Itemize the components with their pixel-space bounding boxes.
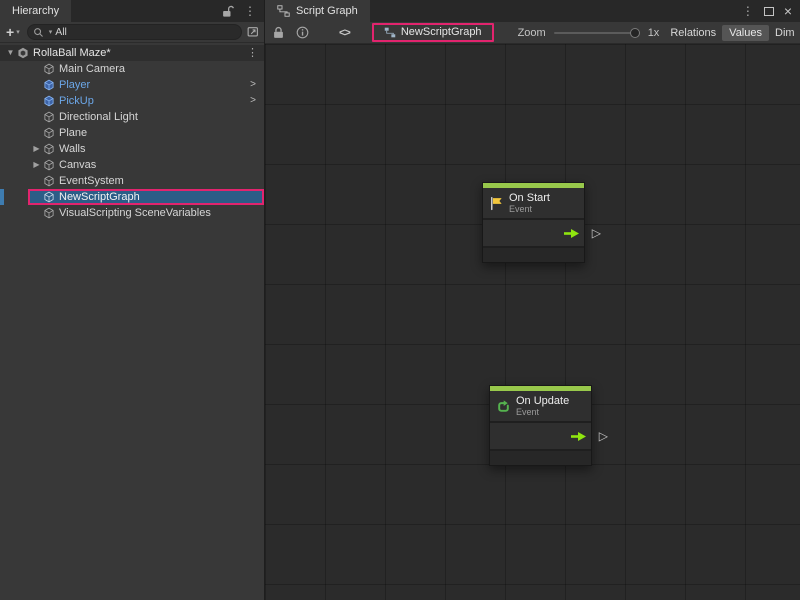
node-subtitle: Event xyxy=(516,407,569,417)
relations-toggle-button[interactable]: Relations xyxy=(667,25,719,41)
script-graph-asset-icon xyxy=(384,27,396,38)
node-on-update[interactable]: On Update Event ▷ xyxy=(489,385,592,466)
cube-icon xyxy=(43,191,55,203)
control-output-port[interactable] xyxy=(571,432,586,441)
tab-hierarchy[interactable]: Hierarchy xyxy=(0,0,71,22)
node-subtitle: Event xyxy=(509,204,550,214)
node-on-start[interactable]: On Start Event ▷ xyxy=(482,182,585,263)
maximize-icon[interactable] xyxy=(764,7,774,16)
graph-toolbar: <> NewScriptGraph Zoom 1x Relations Valu… xyxy=(265,22,800,44)
tab-script-graph[interactable]: Script Graph xyxy=(265,0,370,22)
loop-icon xyxy=(496,399,511,414)
node-title: On Start xyxy=(509,192,550,205)
zoom-value: 1x xyxy=(648,27,660,39)
open-prefab-chevron-icon[interactable]: > xyxy=(250,96,256,106)
graph-tab-icon xyxy=(277,5,290,17)
node-footer xyxy=(483,248,584,262)
caret-down-icon: ▾ xyxy=(16,28,20,36)
cube-icon xyxy=(43,127,55,139)
search-icon xyxy=(33,27,44,38)
flag-icon xyxy=(489,196,504,211)
script-graph-panel: Script Graph ⋮ × <> NewScriptGraph Zoom … xyxy=(265,0,800,600)
prefab-cube-icon xyxy=(43,95,55,107)
search-input[interactable]: ▾ All xyxy=(27,24,242,40)
cube-icon xyxy=(43,143,55,155)
hierarchy-toolbar: + ▾ ▾ All xyxy=(0,22,264,43)
hierarchy-tree: ▼ RollaBall Maze* ⋮ Main Camera Player > xyxy=(0,43,264,600)
hierarchy-item-directional-light[interactable]: Directional Light xyxy=(0,109,264,125)
scene-icon xyxy=(17,47,29,59)
close-icon[interactable]: × xyxy=(784,4,792,18)
scene-name: RollaBall Maze* xyxy=(33,47,111,59)
lock-open-icon[interactable] xyxy=(222,5,234,18)
search-window-icon[interactable] xyxy=(247,26,260,38)
info-icon[interactable] xyxy=(296,26,309,39)
node-header: On Start Event xyxy=(483,188,584,220)
hierarchy-item-newscriptgraph[interactable]: NewScriptGraph xyxy=(0,189,264,205)
scene-kebab-icon[interactable]: ⋮ xyxy=(247,48,258,59)
hierarchy-item-eventsystem[interactable]: EventSystem xyxy=(0,173,264,189)
hierarchy-panel: Hierarchy ⋮ + ▾ ▾ All ▼ xyxy=(0,0,265,600)
hierarchy-tabstrip: Hierarchy ⋮ xyxy=(0,0,264,22)
graph-tab-label: Script Graph xyxy=(296,5,358,17)
values-toggle-button[interactable]: Values xyxy=(722,25,769,41)
graph-name-label: NewScriptGraph xyxy=(401,26,482,38)
node-footer xyxy=(490,451,591,465)
graph-canvas[interactable]: On Start Event ▷ On Update Event xyxy=(265,44,800,600)
hierarchy-menu-kebab-icon[interactable]: ⋮ xyxy=(244,5,256,17)
control-output-port[interactable] xyxy=(564,229,579,238)
cube-icon xyxy=(43,175,55,187)
cube-icon xyxy=(43,111,55,123)
panel-menu-kebab-icon[interactable]: ⋮ xyxy=(742,5,754,17)
cube-icon xyxy=(43,207,55,219)
hierarchy-item-pickup[interactable]: PickUp > xyxy=(0,93,264,109)
hierarchy-item-main-camera[interactable]: Main Camera xyxy=(0,61,264,77)
cube-icon xyxy=(43,63,55,75)
node-title: On Update xyxy=(516,395,569,408)
graph-name-button[interactable]: NewScriptGraph xyxy=(372,23,494,42)
hierarchy-item-plane[interactable]: Plane xyxy=(0,125,264,141)
hierarchy-item-walls[interactable]: ▶ Walls xyxy=(0,141,264,157)
zoom-slider[interactable] xyxy=(554,32,640,34)
hierarchy-item-player[interactable]: Player > xyxy=(0,77,264,93)
code-icon[interactable]: <> xyxy=(339,27,350,39)
open-prefab-chevron-icon[interactable]: > xyxy=(250,80,256,90)
port-triangle-icon[interactable]: ▷ xyxy=(592,227,601,239)
search-filter-caret-icon[interactable]: ▾ xyxy=(49,28,53,36)
cube-icon xyxy=(43,159,55,171)
node-port-row: ▷ xyxy=(483,220,584,248)
zoom-label: Zoom xyxy=(518,27,546,39)
search-value: All xyxy=(55,26,67,38)
hierarchy-scene-row[interactable]: ▼ RollaBall Maze* ⋮ xyxy=(0,45,264,61)
port-triangle-icon[interactable]: ▷ xyxy=(599,430,608,442)
collapse-arrow-icon[interactable]: ▼ xyxy=(4,49,17,57)
create-object-button[interactable]: + ▾ xyxy=(4,25,22,39)
expand-arrow-icon[interactable]: ▶ xyxy=(30,145,43,153)
expand-arrow-icon[interactable]: ▶ xyxy=(30,161,43,169)
node-port-row: ▷ xyxy=(490,423,591,451)
hierarchy-item-visualscripting-scenevariables[interactable]: VisualScripting SceneVariables xyxy=(0,205,264,221)
prefab-cube-icon xyxy=(43,79,55,91)
hierarchy-tab-label: Hierarchy xyxy=(12,5,59,17)
zoom-slider-knob[interactable] xyxy=(630,28,640,38)
lock-icon[interactable] xyxy=(273,26,284,39)
hierarchy-item-canvas[interactable]: ▶ Canvas xyxy=(0,157,264,173)
plus-icon: + xyxy=(6,25,14,39)
selection-edge-indicator xyxy=(0,189,4,205)
node-header: On Update Event xyxy=(490,391,591,423)
graph-tabstrip: Script Graph ⋮ × xyxy=(265,0,800,22)
dim-toggle-button[interactable]: Dim xyxy=(772,25,798,41)
